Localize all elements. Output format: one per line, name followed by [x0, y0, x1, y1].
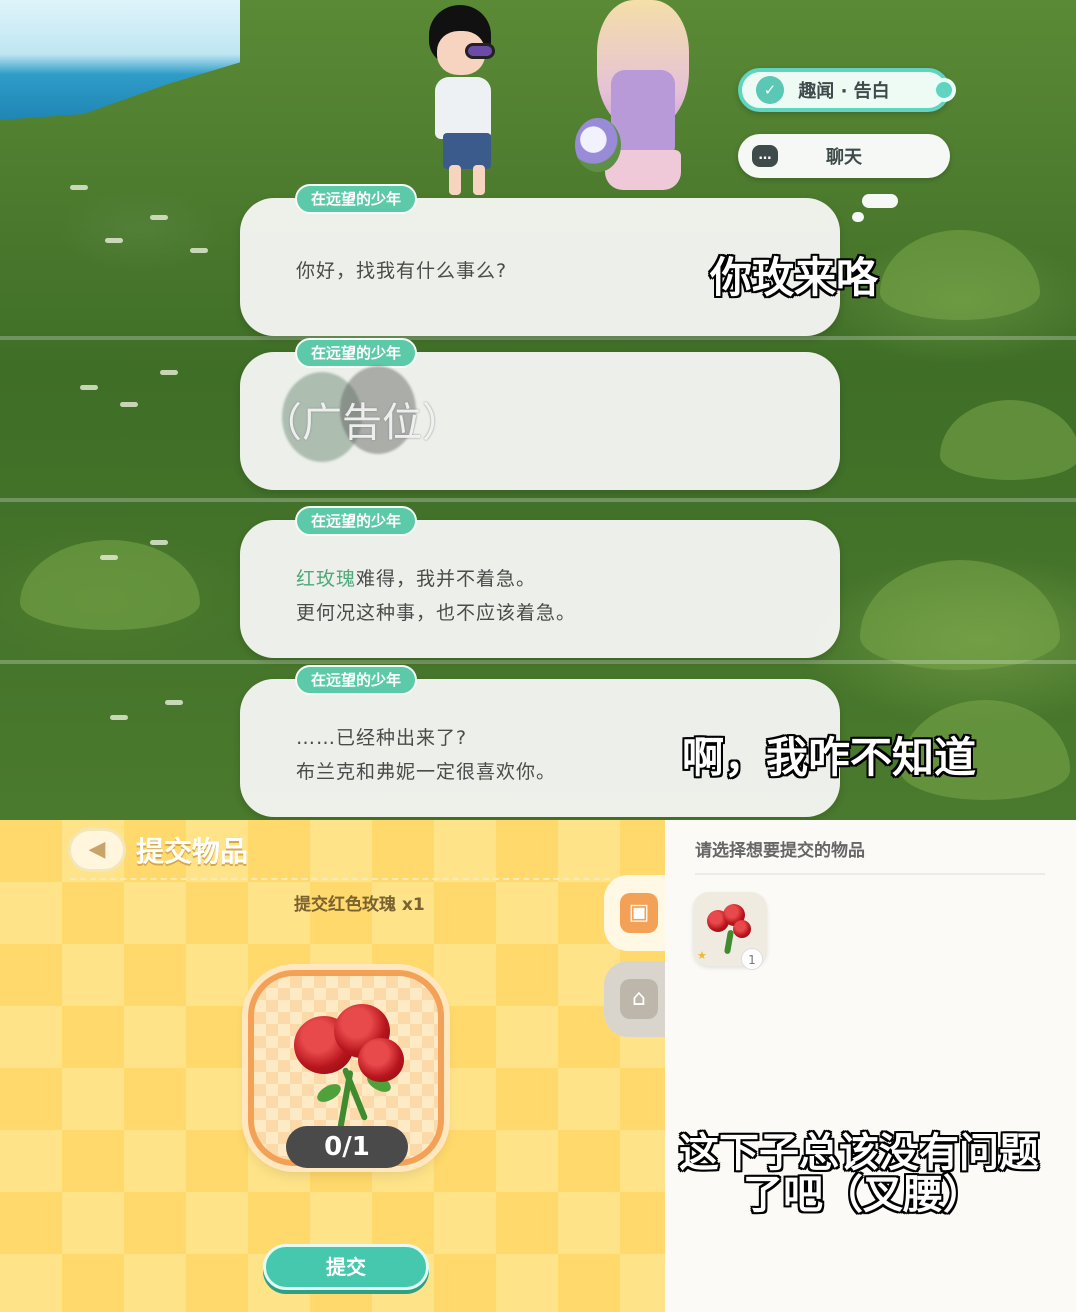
panel-header: ◀ 提交物品 [0, 820, 665, 876]
dashed-divider [70, 878, 650, 880]
location-pin-icon [932, 78, 956, 102]
caption-overlay: 了吧（叉腰） [743, 1172, 983, 1218]
topic-confession-button[interactable]: ✓ 趣闻 · 告白 [738, 68, 956, 112]
dialog-line: 你好，找我有什么事么? [296, 260, 508, 282]
speaker-name-tag: 在远望的少年 [295, 338, 418, 368]
chat-label: 聊天 [826, 147, 862, 168]
flower-petal [150, 215, 168, 220]
ad-placeholder-text: （广告位） [262, 400, 462, 446]
house-storage-icon: ⌂ [620, 979, 658, 1019]
boy-leg [449, 165, 461, 195]
flower-petal [190, 248, 208, 253]
boy-character[interactable] [425, 5, 505, 195]
bouquet-icon [575, 118, 621, 172]
tab-storage[interactable]: ⌂ [604, 961, 665, 1037]
item-count-badge: 1 [741, 948, 763, 970]
flower-petal [120, 402, 138, 407]
item-list-panel: 请选择想要提交的物品 ★ 1 这下子总该没有问题 了吧（叉腰） [665, 820, 1076, 1312]
speaker-name-tag: 在远望的少年 [295, 506, 418, 536]
caption-overlay: 啊，我咋不知道 [682, 733, 977, 782]
speaker-name-tag: 在远望的少年 [295, 665, 418, 695]
flower-petal [165, 700, 183, 705]
tab-backpack[interactable]: ▣ [604, 875, 665, 951]
backpack-icon: ▣ [620, 893, 658, 933]
flower-petal [100, 555, 118, 560]
star-icon: ★ [697, 949, 707, 962]
chevron-left-icon: ◀ [88, 837, 106, 862]
sunglasses-icon [465, 43, 495, 59]
dialog-line: 布兰克和弗妮一定很喜欢你。 [296, 761, 557, 783]
boy-shirt [435, 77, 491, 139]
rose-leaf [314, 1080, 344, 1106]
dialog-line-text: 难得，我并不着急。 [356, 568, 537, 590]
strip-divider [0, 498, 1076, 502]
rose-flower-icon [733, 920, 751, 938]
speaker-name-tag: 在远望的少年 [295, 184, 418, 214]
thought-bubble-dot [862, 194, 898, 208]
game-scene: ✓ 趣闻 · 告白 … 聊天 在远望的少年 你好，找我有什么事么? 在远望的少年… [0, 0, 1076, 820]
topic-confession-label: 趣闻 · 告白 [798, 81, 890, 102]
flower-petal [80, 385, 98, 390]
flower-petal [150, 540, 168, 545]
rose-flower-icon [358, 1038, 404, 1082]
inventory-slot-red-rose[interactable]: ★ 1 [693, 892, 767, 970]
thought-bubble-dot [852, 212, 864, 222]
boy-leg [473, 165, 485, 195]
flower-petal [105, 238, 123, 243]
highlighted-item-name: 红玫瑰 [296, 568, 357, 590]
panel-title: 提交物品 [136, 835, 249, 868]
submit-button[interactable]: 提交 [263, 1244, 429, 1290]
flower-petal [70, 185, 88, 190]
chat-button[interactable]: … 聊天 [738, 134, 950, 178]
submit-requirement: 提交红色玫瑰 x1 [294, 895, 425, 915]
caption-overlay: 你玫来咯 [710, 253, 879, 302]
dialog-line: ……已经种出来了? [296, 727, 468, 749]
strip-divider [0, 336, 1076, 340]
back-button[interactable]: ◀ [68, 828, 126, 872]
player-character [575, 0, 695, 200]
item-list-title: 请选择想要提交的物品 [695, 841, 865, 861]
list-divider [695, 873, 1045, 875]
strip-divider [0, 660, 1076, 664]
dialog-line: 更何况这种事，也不应该着急。 [296, 602, 577, 624]
flower-petal [110, 715, 128, 720]
dialog-box[interactable]: 在远望的少年 红玫瑰难得，我并不着急。 更何况这种事，也不应该着急。 [240, 506, 840, 658]
dialog-line: 红玫瑰难得，我并不着急。 [296, 564, 536, 591]
submit-progress: 0/1 [286, 1126, 408, 1168]
boy-shorts [443, 133, 491, 169]
flower-petal [160, 370, 178, 375]
rose-stem [723, 929, 735, 955]
submit-item-panel: ◀ 提交物品 提交红色玫瑰 x1 0/1 提交 ▣ ⌂ [0, 820, 665, 1312]
